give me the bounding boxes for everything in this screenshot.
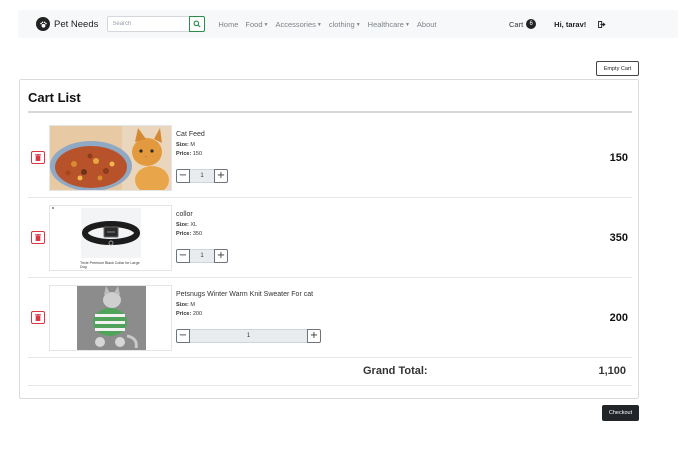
search-form xyxy=(107,16,206,32)
quantity-stepper: − 1 + xyxy=(176,329,321,343)
product-image-collar: Trixie Premium Black Collar for Large Do… xyxy=(49,205,172,271)
decrement-button[interactable]: − xyxy=(176,249,190,263)
price-value: 200 xyxy=(192,311,203,317)
nav-clothing-dropdown[interactable]: clothing▼ xyxy=(329,20,361,29)
nav-right: Cart 6 Hi, tarav! xyxy=(509,10,606,38)
cart-card: Cart List Cat Feed Size: M Price: 150 − … xyxy=(19,79,639,399)
size-value: M xyxy=(190,142,195,148)
nav-healthcare-label: Healthcare xyxy=(367,19,404,29)
item-info: Cat Feed Size: M Price: 150 xyxy=(176,131,205,157)
item-size: Size: M xyxy=(176,142,205,148)
cart-item-row: Cat Feed Size: M Price: 150 − 1 + 150 xyxy=(28,118,632,198)
caret-down-icon: ▼ xyxy=(316,21,322,28)
trash-icon xyxy=(35,154,41,161)
logout-icon xyxy=(598,20,606,28)
quantity-stepper: − 1 + xyxy=(176,249,228,263)
item-price: Price: 350 xyxy=(176,231,202,237)
checkout-button[interactable]: Checkout xyxy=(602,405,639,421)
nav-accessories-label: Accessories xyxy=(275,19,316,29)
delete-item-button[interactable] xyxy=(31,151,45,164)
product-image-cat-sweater xyxy=(49,285,172,351)
nav-food-dropdown[interactable]: Food▼ xyxy=(245,20,268,29)
cart-count-badge: 6 xyxy=(526,19,537,29)
item-name: Petsnugs Winter Warm Knit Sweater For ca… xyxy=(176,291,314,298)
search-button[interactable] xyxy=(189,16,206,32)
price-label: Price: xyxy=(176,151,192,157)
decrement-button[interactable]: − xyxy=(176,169,190,183)
quantity-value[interactable]: 1 xyxy=(190,249,214,263)
grand-total-value: 1,100 xyxy=(598,365,626,377)
size-label: Size: xyxy=(176,302,189,308)
price-label: Price: xyxy=(176,311,192,317)
brand-name: Pet Needs xyxy=(54,18,99,30)
nav-about[interactable]: About xyxy=(417,20,437,29)
empty-cart-button[interactable]: Empty Cart xyxy=(596,61,639,76)
nav-home-label: Home xyxy=(218,19,239,29)
price-value: 150 xyxy=(192,151,203,157)
increment-button[interactable]: + xyxy=(214,249,228,263)
item-info: Petsnugs Winter Warm Knit Sweater For ca… xyxy=(176,291,313,317)
quantity-value[interactable]: 1 xyxy=(190,329,307,343)
brand[interactable]: Pet Needs xyxy=(36,17,98,31)
product-image-caption: Trixie Premium Black Collar for Large Do… xyxy=(80,261,140,270)
search-input[interactable] xyxy=(107,16,190,32)
item-total: 350 xyxy=(609,232,628,244)
item-size: Size: M xyxy=(176,302,313,308)
delete-item-button[interactable] xyxy=(31,311,45,324)
cart-label: Cart xyxy=(509,19,524,29)
trash-icon xyxy=(35,314,41,321)
title-divider xyxy=(28,111,632,113)
grand-total-divider xyxy=(28,385,632,386)
increment-button[interactable]: + xyxy=(307,329,321,343)
size-label: Size: xyxy=(176,142,189,148)
item-name: collor xyxy=(176,211,193,218)
nav-home[interactable]: Home xyxy=(218,20,238,29)
item-price: Price: 200 xyxy=(176,311,313,317)
nav-about-label: About xyxy=(416,19,437,29)
price-value: 350 xyxy=(192,231,203,237)
size-value: XL xyxy=(190,222,198,228)
nav-links: Home Food▼ Accessories▼ clothing▼ Health… xyxy=(218,20,443,29)
increment-button[interactable]: + xyxy=(214,169,228,183)
item-total: 150 xyxy=(609,152,628,164)
delete-item-button[interactable] xyxy=(31,231,45,244)
item-info: collor Size: XL Price: 350 xyxy=(176,211,202,237)
trash-icon xyxy=(35,234,41,241)
nav-food-label: Food xyxy=(245,19,263,29)
product-image-cat-feed xyxy=(49,125,172,191)
caret-down-icon: ▼ xyxy=(263,21,269,28)
paw-icon xyxy=(36,17,50,31)
size-label: Size: xyxy=(176,222,189,228)
item-size: Size: XL xyxy=(176,222,202,228)
grand-total-label: Grand Total: xyxy=(363,365,428,377)
item-price: Price: 150 xyxy=(176,151,205,157)
size-value: M xyxy=(190,302,195,308)
search-icon xyxy=(193,20,201,28)
cart-item-row: Petsnugs Winter Warm Knit Sweater For ca… xyxy=(28,278,632,358)
navbar: Pet Needs Home Food▼ Accessories▼ clothi… xyxy=(18,10,678,38)
logout-button[interactable] xyxy=(598,20,606,28)
item-total: 200 xyxy=(609,312,628,324)
nav-clothing-label: clothing xyxy=(328,19,355,29)
quantity-value[interactable]: 1 xyxy=(190,169,214,183)
caret-down-icon: ▼ xyxy=(404,21,410,28)
decrement-button[interactable]: − xyxy=(176,329,190,343)
item-name: Cat Feed xyxy=(176,131,205,138)
user-greeting: Hi, tarav! xyxy=(554,19,587,29)
cart-link[interactable]: Cart 6 xyxy=(509,19,537,29)
caret-down-icon: ▼ xyxy=(355,21,361,28)
price-label: Price: xyxy=(176,231,192,237)
nav-healthcare-dropdown[interactable]: Healthcare▼ xyxy=(368,20,410,29)
nav-accessories-dropdown[interactable]: Accessories▼ xyxy=(275,20,321,29)
cart-title: Cart List xyxy=(28,90,81,105)
quantity-stepper: − 1 + xyxy=(176,169,228,183)
cart-item-row: Trixie Premium Black Collar for Large Do… xyxy=(28,198,632,278)
